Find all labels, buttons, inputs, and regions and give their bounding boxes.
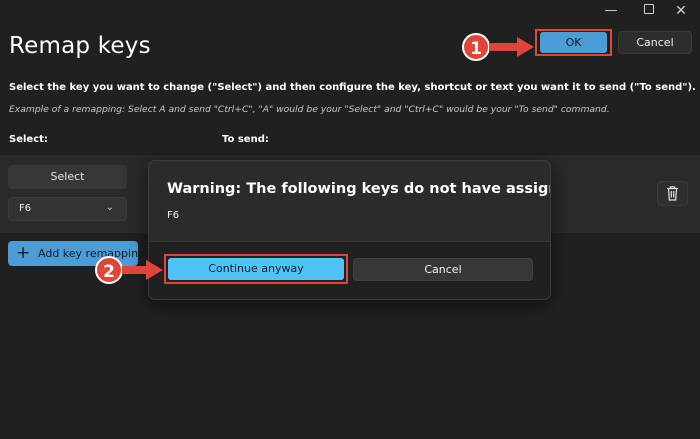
dialog-cancel-button[interactable]: Cancel [353,258,533,281]
continue-anyway-button[interactable]: Continue anyway [168,258,344,280]
maximize-icon[interactable] [638,2,660,20]
key-dropdown-value: F6 [19,203,32,214]
example-text: Example of a remapping: Select A and sen… [9,104,610,115]
minimize-icon[interactable]: — [600,2,622,20]
instructions-text: Select the key you want to change ("Sele… [9,82,696,93]
close-icon[interactable]: ✕ [670,2,692,20]
select-key-button[interactable]: Select [8,165,127,189]
delete-remap-button[interactable] [657,181,688,206]
callout-badge-2: 2 [95,256,123,284]
ok-button[interactable]: OK [540,32,607,53]
plus-icon: + [16,243,31,263]
key-dropdown[interactable]: F6 ⌄ [8,197,127,221]
trash-icon [667,186,678,201]
page-title: Remap keys [9,33,151,59]
chevron-down-icon: ⌄ [105,202,114,213]
dialog-unassigned-key: F6 [167,210,180,221]
callout-arrow-1 [489,37,534,57]
cancel-button[interactable]: Cancel [618,31,692,54]
callout-badge-1: 1 [462,33,490,61]
callout-arrow-2 [122,260,163,280]
select-column-header: Select: [9,134,48,145]
dialog-title: Warning: The following keys do not have … [167,181,550,197]
to-send-column-header: To send: [222,134,269,145]
